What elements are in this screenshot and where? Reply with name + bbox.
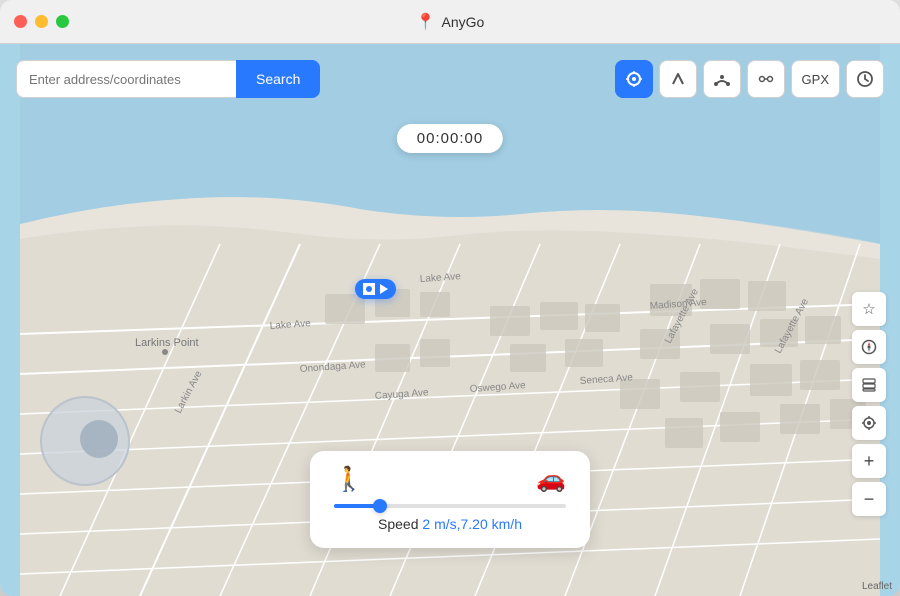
- app-window: 📍 AnyGo: [0, 0, 900, 596]
- map-area[interactable]: Lake Ave Lake Ave Onondaga Ave Cayuga Av…: [0, 44, 900, 596]
- speed-label: Speed: [378, 516, 418, 532]
- joystick[interactable]: [40, 396, 130, 486]
- locate-me-button[interactable]: [852, 406, 886, 440]
- speed-icons: 🚶 🚗: [334, 465, 566, 494]
- minimize-button[interactable]: [35, 15, 48, 28]
- speed-panel: 🚶 🚗 Speed 2 m/s,7.20 km/h: [310, 451, 590, 548]
- speed-slider-thumb[interactable]: [373, 499, 387, 513]
- search-area: Search: [16, 60, 320, 98]
- search-input[interactable]: [16, 60, 236, 98]
- zoom-in-button[interactable]: +: [852, 444, 886, 478]
- timer-badge: 00:00:00: [397, 124, 503, 153]
- speed-value: 2 m/s,7.20 km/h: [422, 516, 522, 532]
- gpx-button[interactable]: GPX: [791, 60, 840, 98]
- leaflet-attribution: Leaflet: [862, 581, 892, 592]
- multi-spot-icon: [757, 70, 775, 88]
- joystick-inner[interactable]: [80, 420, 118, 458]
- location-marker: [355, 279, 396, 299]
- svg-text:Larkins Point: Larkins Point: [135, 337, 199, 349]
- joystick-outer[interactable]: [40, 396, 130, 486]
- multi-spot-tool-button[interactable]: [747, 60, 785, 98]
- close-button[interactable]: [14, 15, 27, 28]
- right-toolbar: ☆: [852, 292, 886, 516]
- timer-value: 00:00:00: [417, 130, 483, 147]
- layers-icon: [861, 377, 877, 393]
- tool-buttons: GPX: [615, 60, 884, 98]
- titlebar: 📍 AnyGo: [0, 0, 900, 44]
- app-title: AnyGo: [442, 14, 485, 30]
- maximize-button[interactable]: [56, 15, 69, 28]
- compass-icon: [861, 339, 877, 355]
- speed-slider-container[interactable]: [334, 504, 566, 508]
- favorites-button[interactable]: ☆: [852, 292, 886, 326]
- toolbar: Search: [16, 60, 884, 98]
- search-button[interactable]: Search: [236, 60, 320, 98]
- speed-slider-track: [334, 504, 566, 508]
- zoom-out-button[interactable]: −: [852, 482, 886, 516]
- compass-button[interactable]: [852, 330, 886, 364]
- walk-icon: 🚶: [334, 465, 364, 494]
- map-layers-button[interactable]: [852, 368, 886, 402]
- route-tool-button[interactable]: [659, 60, 697, 98]
- route-icon: [669, 70, 687, 88]
- multipoint-icon: [713, 70, 731, 88]
- location-tool-button[interactable]: [615, 60, 653, 98]
- locate-icon: [861, 415, 877, 431]
- traffic-lights: [14, 15, 69, 28]
- multipoint-tool-button[interactable]: [703, 60, 741, 98]
- title-content: 📍 AnyGo: [416, 12, 485, 32]
- app-icon: 📍: [416, 12, 436, 32]
- speed-text: Speed 2 m/s,7.20 km/h: [334, 516, 566, 532]
- car-icon: 🚗: [536, 465, 566, 494]
- clock-icon: [856, 70, 874, 88]
- history-button[interactable]: [846, 60, 884, 98]
- crosshair-icon: [625, 70, 643, 88]
